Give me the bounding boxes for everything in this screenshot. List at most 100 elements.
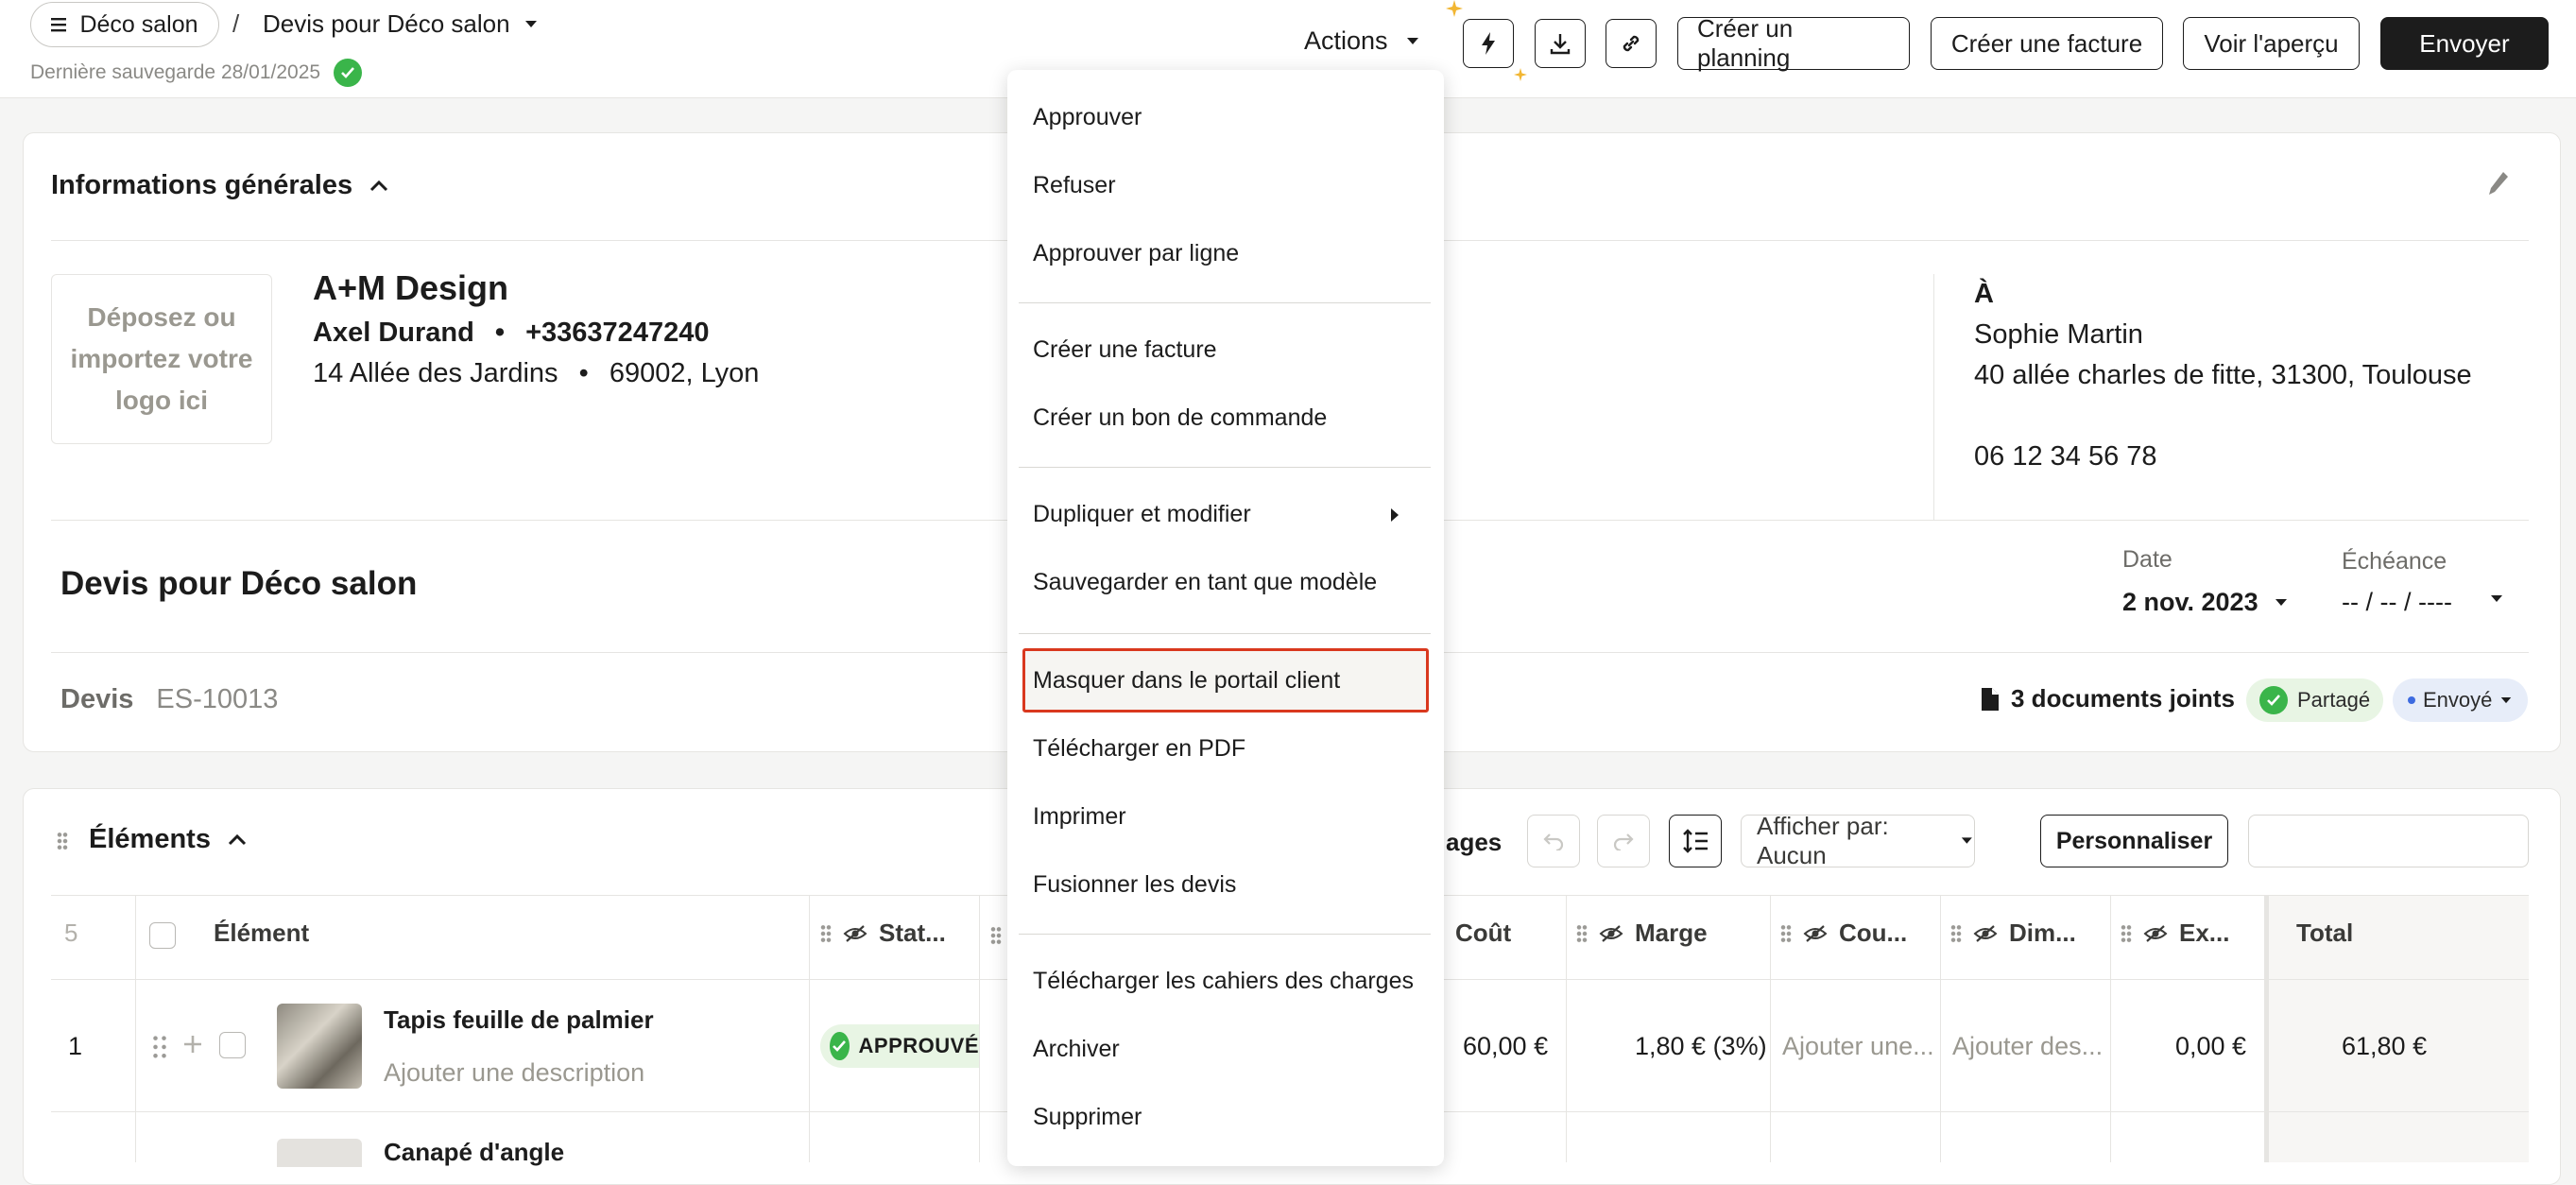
actions-label: Actions: [1304, 26, 1388, 55]
recipient-label: À: [1974, 279, 1994, 309]
menu-item-download-specs[interactable]: Télécharger les cahiers des charges: [1033, 968, 1414, 995]
status-badge-label: APPROUVÉ: [858, 1034, 979, 1057]
chevron-up-icon: [370, 180, 388, 191]
pencil-icon[interactable]: [2487, 170, 2510, 198]
actions-dropdown[interactable]: Actions: [1304, 26, 1420, 56]
column-header-dim-label: Dim...: [2009, 919, 2076, 947]
divider-vertical: [1933, 274, 1934, 520]
column-header-ex[interactable]: Ex...: [2121, 919, 2229, 948]
status-badge[interactable]: APPROUVÉ: [820, 1024, 979, 1068]
company-address: 14 Allée des Jardins • 69002, Lyon: [313, 358, 759, 389]
undo-icon: [1543, 833, 1564, 850]
shared-badge-label: Partagé: [2297, 688, 2371, 712]
menu-separator: [1019, 934, 1431, 935]
due-date-picker[interactable]: -- / -- / ----: [2342, 588, 2502, 617]
download-icon: [1550, 34, 1571, 55]
item-cou-input[interactable]: Ajouter une...: [1782, 1032, 1934, 1061]
menu-item-delete[interactable]: Supprimer: [1033, 1104, 1142, 1131]
quote-title[interactable]: Devis pour Déco salon: [60, 565, 417, 603]
column-separator: [1770, 896, 1771, 1162]
menu-item-approve[interactable]: Approuver: [1033, 104, 1142, 131]
create-planning-button[interactable]: Créer un planning: [1677, 14, 1910, 72]
check-circle-icon: [334, 59, 363, 87]
column-separator: [1940, 896, 1941, 1162]
item-ex[interactable]: 0,00 €: [2175, 1032, 2246, 1061]
drag-handle-icon[interactable]: [57, 832, 68, 850]
redo-button[interactable]: [1597, 815, 1650, 867]
general-info-toggle[interactable]: Informations générales: [51, 170, 388, 201]
address-street: 14 Allée des Jardins: [313, 358, 558, 388]
actions-menu: Approuver Refuser Approuver par ligne Cr…: [1007, 70, 1444, 1166]
menu-separator: [1019, 467, 1431, 468]
menu-item-duplicate-edit[interactable]: Dupliquer et modifier: [1033, 501, 1251, 528]
breadcrumb-doc-title[interactable]: Devis pour Déco salon: [263, 9, 539, 39]
date-picker[interactable]: 2 nov. 2023: [2122, 588, 2289, 617]
sparkle-icon: [1446, 0, 1463, 17]
customize-button[interactable]: Personnaliser: [2040, 815, 2228, 867]
item-margin[interactable]: 1,80 € (3%): [1635, 1032, 1767, 1061]
menu-item-approve-by-line[interactable]: Approuver par ligne: [1033, 240, 1239, 267]
item-name[interactable]: Tapis feuille de palmier: [384, 1005, 654, 1035]
caret-down-icon[interactable]: [2489, 594, 2504, 604]
company-block: A+M Design Axel Durand • +33637247240 14…: [313, 268, 759, 389]
date-value: 2 nov. 2023: [2122, 588, 2258, 616]
from-library-button[interactable]: Depuis la bibliothèque: [2248, 815, 2529, 867]
send-button[interactable]: Envoyer: [2380, 17, 2549, 70]
contact-name: Axel Durand: [313, 318, 474, 348]
menu-item-create-purchase-order[interactable]: Créer un bon de commande: [1033, 404, 1327, 432]
menu-item-create-invoice[interactable]: Créer une facture: [1033, 336, 1217, 364]
elements-toggle[interactable]: Éléments: [89, 824, 247, 855]
toolbar-partial-label[interactable]: ages: [1446, 828, 1502, 857]
item-name[interactable]: Canapé d'angle: [384, 1138, 564, 1167]
drag-handle-icon[interactable]: [151, 1034, 168, 1060]
row-height-button[interactable]: [1669, 815, 1722, 867]
column-separator: [809, 896, 810, 1162]
sent-badge-label: Envoyé: [2423, 688, 2493, 712]
menu-item-download-pdf[interactable]: Télécharger en PDF: [1033, 735, 1245, 763]
menu-item-print[interactable]: Imprimer: [1033, 803, 1126, 831]
sent-status-dropdown[interactable]: Envoyé: [2393, 678, 2529, 722]
product-thumbnail: [277, 1004, 362, 1089]
devis-number: ES-10013: [156, 684, 279, 714]
select-all-checkbox[interactable]: [149, 922, 176, 949]
copy-link-button[interactable]: [1606, 19, 1657, 68]
attachments-link[interactable]: 3 documents joints: [1981, 684, 2235, 713]
elements-title: Éléments: [89, 824, 211, 854]
menu-item-refuse[interactable]: Refuser: [1033, 172, 1116, 199]
menu-item-archive[interactable]: Archiver: [1033, 1036, 1120, 1063]
column-header-status[interactable]: Stat...: [820, 919, 946, 948]
chevron-up-icon: [228, 833, 247, 845]
menu-item-hide-client-portal[interactable]: Masquer dans le portail client: [1033, 667, 1340, 695]
preview-button[interactable]: Voir l'aperçu: [2183, 17, 2360, 70]
project-button[interactable]: Déco salon: [30, 2, 219, 47]
column-header-cost[interactable]: Coût: [1455, 919, 1511, 948]
create-invoice-button[interactable]: Créer une facture: [1931, 17, 2163, 70]
sparkle-icon: [1514, 68, 1527, 81]
column-separator: [1566, 896, 1567, 1162]
shared-badge[interactable]: Partagé: [2246, 678, 2384, 722]
column-header-element[interactable]: Élément: [214, 919, 309, 948]
item-dim-input[interactable]: Ajouter des...: [1952, 1032, 2103, 1061]
eye-off-icon: [1803, 924, 1828, 942]
row-checkbox[interactable]: [219, 1032, 246, 1058]
menu-item-merge-quotes[interactable]: Fusionner les devis: [1033, 871, 1236, 899]
menu-item-save-template[interactable]: Sauvegarder en tant que modèle: [1033, 569, 1377, 596]
item-description-input[interactable]: Ajouter une description: [384, 1058, 644, 1088]
check-circle-icon: [830, 1032, 850, 1060]
drag-handle-icon[interactable]: [990, 926, 1002, 945]
column-separator: [979, 896, 980, 1162]
column-header-cou[interactable]: Cou...: [1780, 919, 1907, 948]
project-button-label: Déco salon: [79, 10, 198, 38]
logo-dropzone[interactable]: Déposez ou importez votre logo ici: [51, 274, 272, 444]
eye-off-icon: [1973, 924, 1998, 942]
recipient-name: Sophie Martin: [1974, 319, 2143, 350]
column-header-margin[interactable]: Marge: [1576, 919, 1708, 948]
caret-down-icon: [2501, 696, 2512, 703]
undo-button[interactable]: [1527, 815, 1580, 867]
quick-action-button[interactable]: [1463, 19, 1514, 68]
group-by-select[interactable]: Afficher par: Aucun: [1741, 812, 1975, 869]
plus-icon[interactable]: [182, 1034, 203, 1055]
column-header-dim[interactable]: Dim...: [1950, 919, 2076, 948]
download-button[interactable]: [1535, 19, 1586, 68]
item-cost[interactable]: 60,00 €: [1463, 1032, 1548, 1061]
